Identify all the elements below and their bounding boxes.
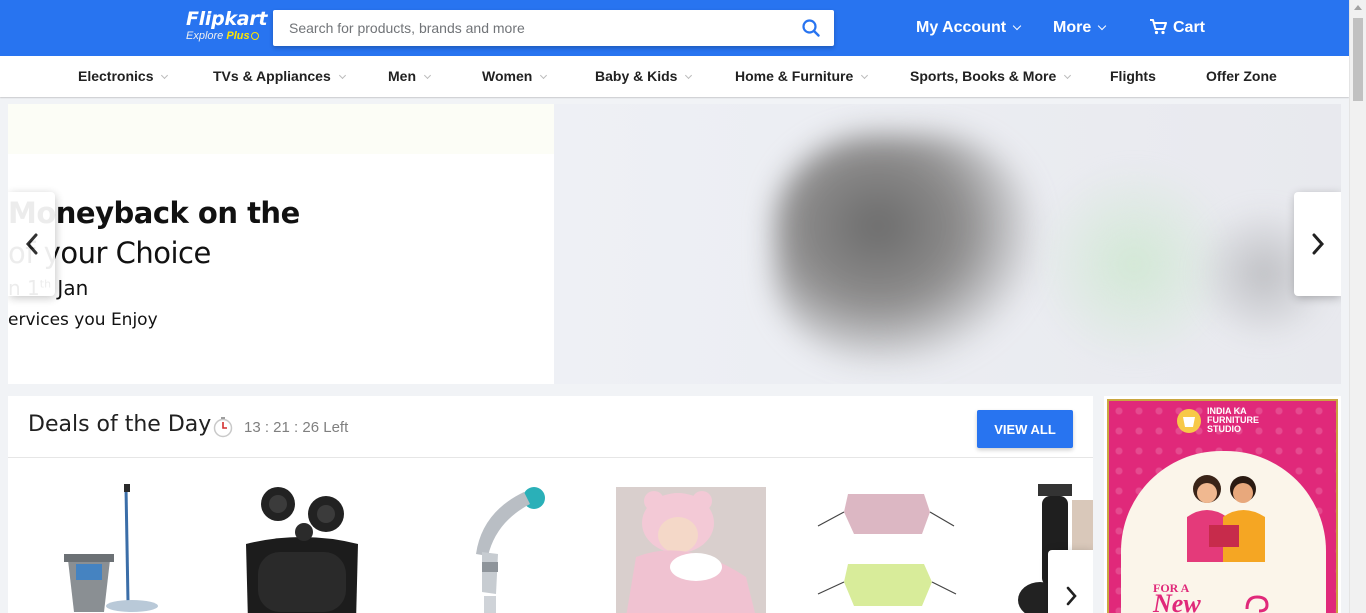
logo-brand: Flipkart: [186, 8, 268, 30]
chevron-down-icon: [685, 71, 693, 80]
product-card-health-faucet[interactable]: [442, 482, 592, 613]
chevron-down-icon: [423, 71, 432, 80]
ad-brand-text: INDIA KA FURNITURE STUDIO: [1207, 406, 1259, 434]
cart-icon: [1150, 19, 1167, 35]
banner-image: [554, 104, 1341, 384]
product-card-face-masks[interactable]: [814, 482, 964, 613]
category-sports-books[interactable]: Sports, Books & More: [910, 56, 1072, 97]
cart-link[interactable]: Cart: [1150, 0, 1205, 56]
chevron-left-icon: [25, 233, 37, 255]
hero-banner-carousel[interactable]: Moneyback on the of your Choice n 1th Ja…: [8, 104, 1341, 384]
chevron-down-icon: [861, 71, 869, 80]
category-baby-kids[interactable]: Baby & Kids: [595, 56, 693, 97]
banner-next-button[interactable]: [1294, 192, 1341, 296]
banner-text-panel: Moneyback on the of your Choice n 1th Ja…: [8, 104, 554, 384]
couple-illustration: [1187, 475, 1265, 562]
scrollbar-thumb[interactable]: [1353, 18, 1363, 101]
deals-timer: 13 : 21 : 26 Left: [244, 419, 349, 436]
deals-of-the-day: Deals of the Day 13 : 21 : 26 Left VIEW …: [8, 396, 1093, 613]
ad-new-text: New: [1153, 589, 1201, 613]
category-men[interactable]: Men: [388, 56, 432, 97]
view-all-button[interactable]: VIEW ALL: [977, 410, 1073, 448]
my-account-menu[interactable]: My Account: [916, 0, 1022, 56]
search-bar: [273, 10, 834, 46]
search-input[interactable]: [273, 10, 773, 46]
product-card-baby-wrap[interactable]: [616, 482, 766, 613]
flipkart-logo[interactable]: Flipkart Explore Plus: [186, 9, 267, 42]
category-tvs-appliances[interactable]: TVs & Appliances: [213, 56, 346, 97]
health-faucet-image: [476, 487, 545, 613]
page-scrollbar[interactable]: [1349, 0, 1366, 613]
logo-tagline: Explore Plus: [186, 30, 267, 42]
category-electronics[interactable]: Electronics: [78, 56, 169, 97]
banner-subtext: ervices you Enjoy: [8, 310, 158, 330]
chevron-down-icon: [338, 71, 346, 80]
product-card-earbuds[interactable]: [244, 482, 394, 613]
category-home-furniture[interactable]: Home & Furniture: [735, 56, 869, 97]
deals-header: Deals of the Day 13 : 21 : 26 Left VIEW …: [8, 396, 1093, 458]
top-header: Flipkart Explore Plus My Account More Ca…: [0, 0, 1349, 56]
baby-wrap-image: [616, 487, 766, 613]
banner-prev-button[interactable]: [8, 192, 55, 296]
chevron-right-icon: [1066, 586, 1077, 606]
chevron-down-icon: [1012, 21, 1022, 31]
category-bar: Electronics TVs & Appliances Men Women B…: [0, 56, 1349, 97]
more-menu[interactable]: More: [1053, 0, 1107, 56]
plus-icon: [250, 32, 259, 40]
product-card-spin-mop[interactable]: [46, 482, 196, 613]
chevron-right-icon: [1312, 233, 1324, 255]
category-offer-zone[interactable]: Offer Zone: [1206, 56, 1277, 97]
category-flights[interactable]: Flights: [1110, 56, 1156, 97]
chevron-down-icon: [540, 71, 548, 80]
deals-next-button[interactable]: [1048, 550, 1093, 613]
deals-title: Deals of the Day: [28, 412, 212, 437]
face-masks-image: [817, 494, 957, 606]
furniture-studio-ad[interactable]: INDIA KA FURNITURE STUDIO FOR A New: [1104, 396, 1341, 613]
search-icon[interactable]: [802, 19, 820, 37]
cup-logo-icon: [1177, 409, 1201, 433]
scroll-up-arrow-icon[interactable]: [1354, 5, 1362, 10]
category-women[interactable]: Women: [482, 56, 548, 97]
spin-mop-image: [64, 484, 158, 612]
chevron-down-icon: [161, 71, 169, 80]
ornament-icon: [1245, 595, 1269, 613]
clock-icon: [213, 417, 233, 438]
earbuds-image: [246, 487, 358, 613]
chevron-down-icon: [1064, 71, 1072, 80]
chevron-down-icon: [1097, 21, 1107, 31]
